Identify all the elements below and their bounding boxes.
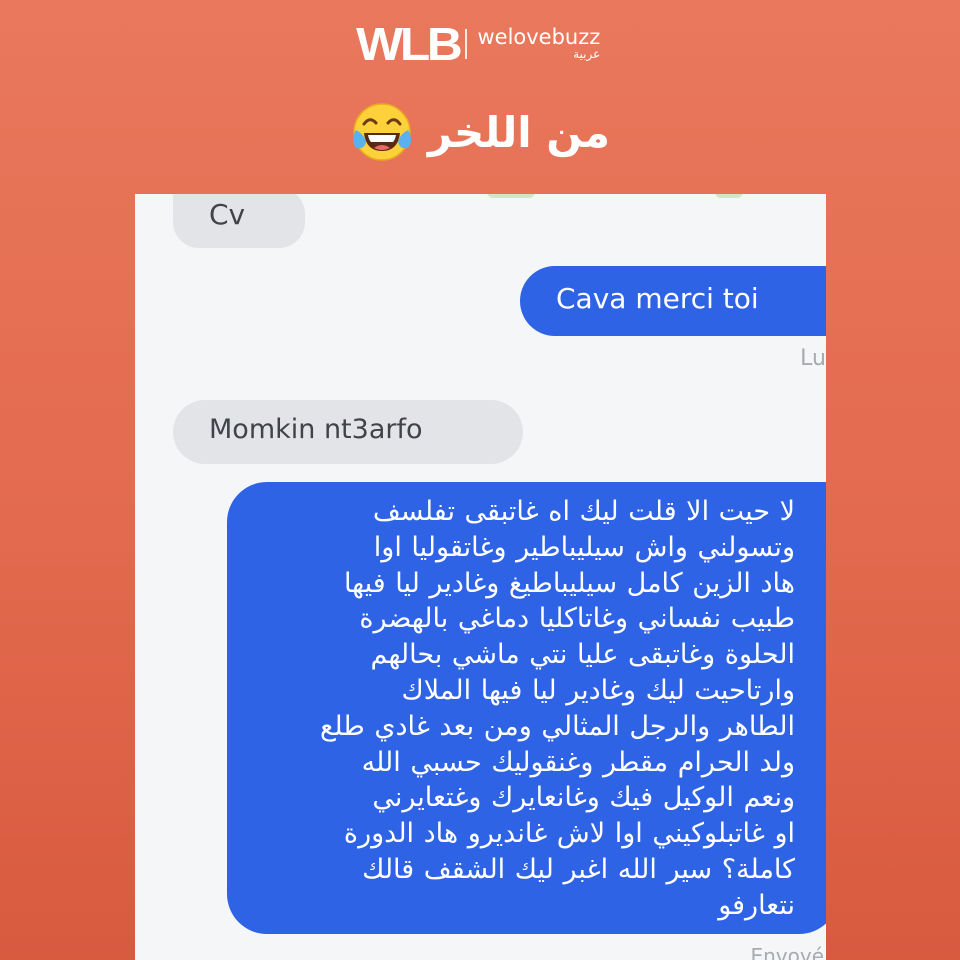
brand-name: welovebuzz bbox=[477, 25, 601, 50]
message-line: لا حيت الا قلت ليك اه غاتبقى تفلسف bbox=[372, 496, 795, 527]
brand-subtitle: عربية bbox=[573, 47, 601, 62]
message-line: وارتاحيت ليك وغادير ليا فيها الملاك bbox=[401, 674, 795, 706]
message-timestamp: Lu bbox=[800, 346, 826, 371]
message-line: الطاهر والرجل المثالي ومن بعد غادي طلع bbox=[319, 710, 795, 742]
message-line: كاملة؟ سير الله اغبر ليك الشقف قالك bbox=[362, 853, 795, 885]
post-headline: من اللخر bbox=[0, 96, 960, 168]
chat-screenshot: Cv Cava merci toi Lu Momkin nt3arfo لا ح… bbox=[135, 194, 826, 960]
message-line: او غاتبلوكيني اوا لاش غانديرو هاد الدورة bbox=[343, 818, 795, 850]
message-line: هاد الزين كامل سيليباطيغ وغادير ليا فيها bbox=[343, 567, 795, 599]
message-line: طبيب نفساني وغاتاكليا دماغي بالهضرة bbox=[359, 603, 795, 635]
message-line: ولد الحرام مقطر وغنقوليك حسبي الله bbox=[361, 746, 795, 778]
message-line: نتعارفو bbox=[718, 889, 795, 921]
sent-long-message-bubble[interactable]: لا حيت الا قلت ليك اه غاتبقى تفلسف وتسول… bbox=[227, 482, 826, 934]
sent-message-bubble[interactable]: Cava merci toi bbox=[520, 266, 826, 336]
headline-text: من اللخر bbox=[427, 107, 611, 157]
received-message-bubble[interactable]: Momkin nt3arfo bbox=[173, 400, 523, 464]
delivery-status: Envoyé bbox=[750, 944, 824, 960]
message-line: ونعم الوكيل فيك وغانعايرك وغتعايرني bbox=[372, 782, 795, 814]
brand-wordmark: welovebuzz عربية bbox=[477, 26, 600, 61]
received-message-bubble[interactable]: Cv bbox=[173, 194, 305, 248]
decorative-leaf bbox=[487, 194, 535, 198]
message-line: الحلوة وغاتبقى عليا نتي ماشي بحالهم bbox=[370, 639, 795, 671]
message-line: وتسولني واش سيليباطير وغاتقوليا اوا bbox=[373, 531, 795, 563]
wlb-logo: WLB bbox=[355, 18, 463, 70]
brand-divider bbox=[465, 29, 468, 59]
laughing-tears-emoji-icon bbox=[352, 103, 411, 161]
decorative-leaf bbox=[715, 194, 743, 198]
brand-header: WLB welovebuzz عربية bbox=[0, 18, 960, 70]
